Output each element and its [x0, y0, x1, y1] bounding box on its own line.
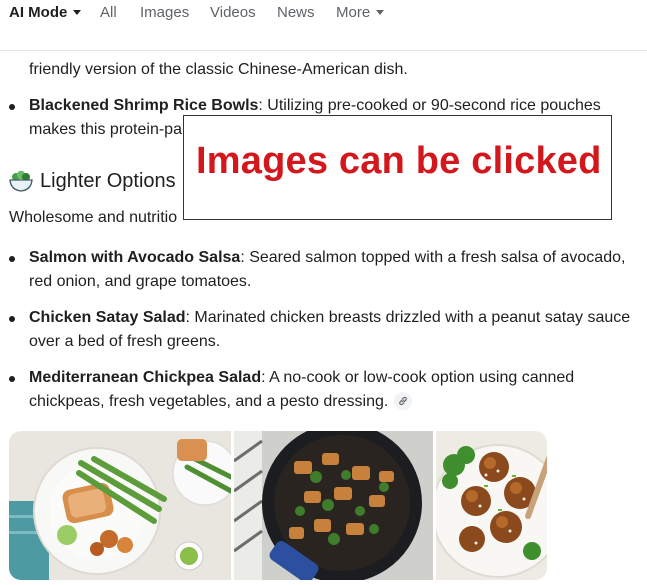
tab-more[interactable]: More	[336, 4, 385, 21]
chevron-down-icon	[73, 9, 82, 15]
list-bullet	[9, 256, 15, 262]
list-item-line1: Salmon with Avocado Salsa: Seared salmon…	[29, 247, 625, 269]
list-bullet	[9, 104, 15, 110]
source-link-button[interactable]	[394, 391, 413, 410]
list-item-title: Mediterranean Chickpea Salad	[29, 369, 262, 386]
link-icon	[399, 396, 408, 405]
list-item-title: Chicken Satay Salad	[29, 309, 186, 326]
list-item-line2: red onion, and grape tomatoes.	[29, 273, 252, 290]
image-result-meatballs[interactable]	[436, 431, 547, 580]
image-result-salmon[interactable]	[9, 431, 231, 580]
list-item-line2: over a bed of fresh greens.	[29, 333, 221, 350]
tab-all[interactable]: All	[100, 5, 117, 21]
list-bullet	[9, 316, 15, 322]
section-intro: Wholesome and nutritio	[9, 209, 178, 226]
list-item-title: Salmon with Avocado Salsa	[29, 249, 241, 266]
search-tab-bar: AI Mode All Images Videos News More	[0, 0, 647, 51]
image-result-skillet[interactable]	[234, 431, 433, 580]
list-item-shrimp-line2: makes this protein-pa	[29, 121, 182, 138]
list-item-text: : A no-cook or low-cook option using can…	[261, 369, 575, 386]
tab-ai-mode[interactable]: AI Mode	[9, 4, 82, 21]
chevron-down-icon	[376, 9, 385, 15]
list-item-text: : Seared salmon topped with a fresh sals…	[240, 249, 626, 266]
section-heading: Lighter Options	[40, 170, 176, 192]
list-item-line1: Mediterranean Chickpea Salad: A no-cook …	[29, 367, 574, 389]
tab-more-label: More	[336, 4, 371, 21]
list-item-title: Blackened Shrimp Rice Bowls	[29, 97, 259, 114]
tab-ai-mode-label: AI Mode	[9, 4, 68, 21]
chicken-skillet-image	[234, 431, 433, 580]
list-item-text: : Marinated chicken breasts drizzled wit…	[185, 309, 631, 326]
tab-news[interactable]: News	[277, 5, 315, 21]
annotation-overlay: Images can be clicked	[183, 115, 612, 220]
salmon-plate-image	[9, 431, 231, 580]
annotation-text: Images can be clicked	[196, 140, 602, 182]
list-item-text: : Utilizing pre-cooked or 90-second rice…	[258, 97, 601, 114]
list-item-line1: Chicken Satay Salad: Marinated chicken b…	[29, 307, 630, 329]
list-item-line2: chickpeas, fresh vegetables, and a pesto…	[29, 391, 413, 413]
tab-videos[interactable]: Videos	[210, 5, 256, 21]
previous-item-continuation: friendly version of the classic Chinese-…	[29, 61, 408, 78]
salad-bowl-icon	[9, 170, 33, 192]
tab-images[interactable]: Images	[140, 5, 189, 21]
list-bullet	[9, 376, 15, 382]
list-item-shrimp-line1: Blackened Shrimp Rice Bowls: Utilizing p…	[29, 95, 601, 117]
list-item-text: chickpeas, fresh vegetables, and a pesto…	[29, 393, 389, 410]
meatballs-bowl-image	[436, 431, 547, 580]
